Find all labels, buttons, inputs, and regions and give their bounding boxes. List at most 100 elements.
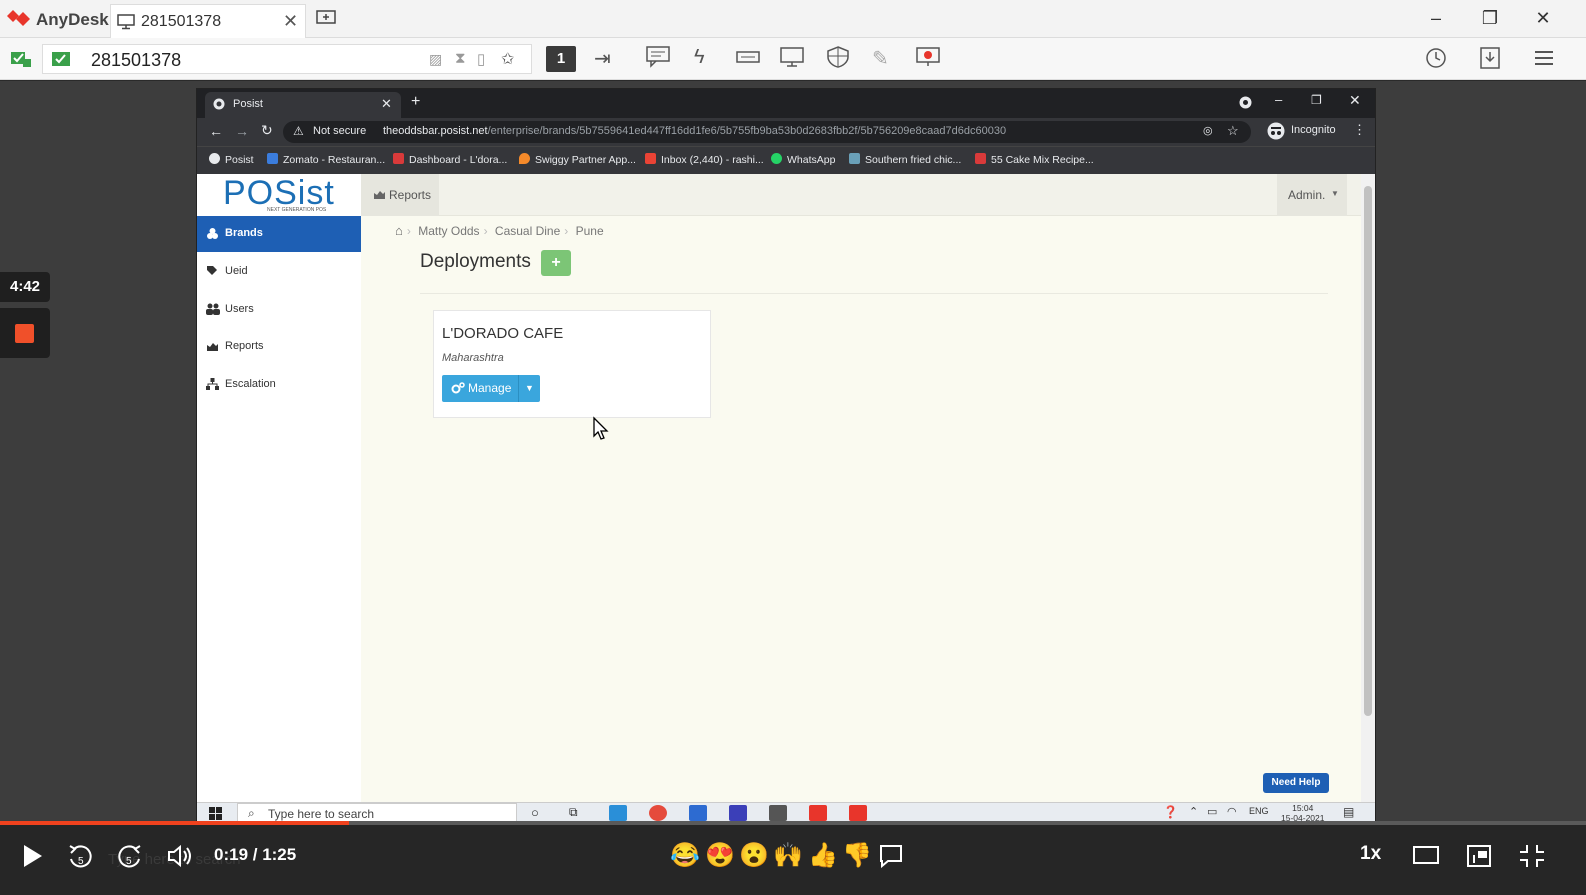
taskbar-clock[interactable]: 15:04 15-04-2021 bbox=[1281, 803, 1324, 823]
wifi-icon[interactable]: ◠ bbox=[1227, 805, 1237, 818]
page-scrollbar[interactable] bbox=[1361, 174, 1375, 802]
reaction-raised-hands[interactable]: 🙌 bbox=[773, 841, 803, 870]
manage-button[interactable]: Manage ▼ bbox=[442, 375, 540, 402]
bookmark-gmail[interactable]: Inbox (2,440) - rashi... bbox=[645, 153, 764, 166]
task-view-icon[interactable]: ⧉ bbox=[569, 805, 578, 820]
hourglass-icon[interactable]: ⧗ bbox=[455, 50, 466, 67]
top-nav-reports[interactable]: Reports bbox=[361, 174, 439, 216]
forward-5-icon[interactable]: 5 bbox=[114, 843, 144, 871]
tray-expand-icon[interactable]: ⌃ bbox=[1189, 805, 1198, 818]
new-tab-plus-icon[interactable]: + bbox=[411, 93, 420, 111]
notifications-icon[interactable]: ▤ bbox=[1343, 805, 1354, 819]
need-help-button[interactable]: Need Help bbox=[1263, 773, 1329, 793]
browser-tab[interactable]: Posist ✕ bbox=[205, 92, 401, 118]
scrollbar-thumb[interactable] bbox=[1364, 186, 1372, 716]
close-icon[interactable]: ✕ bbox=[283, 11, 298, 32]
browser-restore-icon[interactable]: ❐ bbox=[1311, 93, 1322, 107]
language-indicator[interactable]: ENG bbox=[1249, 806, 1269, 816]
media-control-icon[interactable] bbox=[1239, 96, 1252, 109]
browser-close-icon[interactable]: ✕ bbox=[1349, 92, 1361, 109]
comment-icon[interactable] bbox=[878, 843, 904, 869]
reaction-thumbs-up[interactable]: 👍 bbox=[808, 841, 838, 870]
windows-search-box[interactable]: ⌕ Type here to search bbox=[237, 803, 517, 823]
sidebar-item-users[interactable]: Users bbox=[197, 292, 361, 328]
permissions-shield-icon[interactable] bbox=[826, 46, 852, 72]
minimize-icon[interactable]: – bbox=[1424, 8, 1448, 29]
stop-recording-button[interactable] bbox=[0, 308, 50, 358]
anydesk-taskbar-icon[interactable] bbox=[849, 805, 867, 821]
playback-speed[interactable]: 1x bbox=[1360, 843, 1381, 865]
play-icon[interactable] bbox=[20, 843, 44, 869]
download-icon[interactable] bbox=[1478, 46, 1504, 72]
breadcrumb-item[interactable]: Casual Dine bbox=[495, 224, 560, 238]
bookmark-posist[interactable]: Posist bbox=[209, 153, 254, 166]
browser-minimize-icon[interactable]: – bbox=[1275, 92, 1282, 107]
back-arrow-icon[interactable]: ← bbox=[209, 123, 223, 139]
bookmark-dashboard[interactable]: Dashboard - L'dora... bbox=[393, 153, 507, 166]
kebab-menu-icon[interactable]: ⋮ bbox=[1353, 122, 1366, 138]
rewind-5-icon[interactable]: 5 bbox=[66, 843, 96, 871]
volume-icon[interactable] bbox=[166, 843, 194, 869]
reaction-surprised[interactable]: 😮 bbox=[739, 841, 769, 870]
incognito-label: Incognito bbox=[1291, 124, 1336, 136]
manage-dropdown-caret-icon[interactable]: ▼ bbox=[518, 375, 540, 402]
close-window-icon[interactable]: ✕ bbox=[1531, 8, 1555, 29]
sidebar-item-ueid[interactable]: Ueid bbox=[197, 254, 361, 290]
bookmark-star-icon[interactable]: ☆ bbox=[1227, 123, 1239, 139]
logo-area[interactable]: POSist NEXT GENERATION POS bbox=[197, 174, 361, 216]
sidebar-item-escalation[interactable]: Escalation bbox=[197, 367, 361, 403]
url-input[interactable]: ⚠ Not secure theoddsbar.posist.net/enter… bbox=[283, 121, 1251, 143]
restore-icon[interactable]: ❐ bbox=[1478, 8, 1502, 29]
breadcrumb-item[interactable]: Pune bbox=[576, 224, 604, 238]
taskbar-app-icon[interactable] bbox=[769, 805, 787, 821]
picture-in-picture-icon[interactable] bbox=[1466, 843, 1494, 869]
admin-dropdown[interactable]: Admin. ▼ bbox=[1277, 174, 1347, 216]
cortana-icon[interactable]: ○ bbox=[531, 805, 539, 820]
bookmark-swiggy[interactable]: Swiggy Partner App... bbox=[519, 153, 636, 166]
chat-icon[interactable] bbox=[646, 46, 672, 72]
forward-arrow-icon[interactable]: → bbox=[235, 123, 249, 139]
sidebar-item-brands[interactable]: Brands bbox=[197, 216, 361, 252]
file-transfer-icon[interactable]: ⇥ bbox=[594, 46, 620, 72]
reaction-thumbs-down[interactable]: 👎 bbox=[842, 841, 872, 870]
reload-icon[interactable]: ↻ bbox=[261, 122, 273, 139]
windows-start-icon[interactable] bbox=[209, 807, 222, 820]
battery-icon[interactable]: ▭ bbox=[1207, 805, 1217, 818]
add-deployment-button[interactable]: + bbox=[541, 250, 571, 276]
taskbar-app-icon[interactable] bbox=[609, 805, 627, 821]
keyboard-icon[interactable] bbox=[736, 46, 762, 72]
record-session-icon[interactable] bbox=[916, 46, 942, 72]
theater-mode-icon[interactable] bbox=[1412, 843, 1440, 867]
eye-slash-icon[interactable]: ◎ bbox=[1203, 124, 1213, 137]
reaction-laugh[interactable]: 😂 bbox=[670, 841, 700, 870]
bookmark-southern[interactable]: Southern fried chic... bbox=[849, 153, 961, 166]
favorite-star-icon[interactable]: ✩ bbox=[501, 49, 514, 69]
new-tab-icon[interactable] bbox=[316, 10, 336, 28]
taskbar-app-icon[interactable] bbox=[729, 805, 747, 821]
history-icon[interactable] bbox=[1424, 46, 1450, 72]
anydesk-address-bar[interactable]: 281501378 ▨ ⧗ ▯ ✩ bbox=[42, 44, 532, 74]
help-tray-icon[interactable]: ❓ bbox=[1163, 805, 1178, 819]
breadcrumb-item[interactable]: Matty Odds bbox=[418, 224, 479, 238]
taskbar-app-icon[interactable] bbox=[689, 805, 707, 821]
privacy-icon[interactable]: ▨ bbox=[429, 51, 442, 68]
sidebar-item-reports[interactable]: Reports bbox=[197, 329, 361, 365]
anydesk-session-tab[interactable]: 281501378 ✕ bbox=[110, 4, 306, 38]
chrome-taskbar-icon[interactable] bbox=[649, 805, 667, 821]
close-tab-icon[interactable]: ✕ bbox=[381, 96, 392, 112]
whiteboard-pen-icon[interactable]: ✎ bbox=[872, 46, 898, 72]
monitor-select-button[interactable]: 1 bbox=[546, 46, 576, 72]
bookmark-whatsapp[interactable]: WhatsApp bbox=[771, 153, 835, 166]
home-icon[interactable]: ⌂ bbox=[395, 223, 403, 238]
actions-lightning-icon[interactable]: ϟ bbox=[694, 46, 720, 72]
bookmark-zomato[interactable]: Zomato - Restauran... bbox=[267, 153, 385, 166]
reaction-heart-eyes[interactable]: 😍 bbox=[705, 841, 735, 870]
hamburger-menu-icon[interactable] bbox=[1532, 46, 1558, 72]
anydesk-taskbar-icon[interactable] bbox=[809, 805, 827, 821]
exit-fullscreen-icon[interactable] bbox=[1518, 843, 1546, 869]
database-icon[interactable]: ▯ bbox=[477, 50, 485, 68]
recipe-site-icon bbox=[849, 153, 860, 164]
bookmark-cake[interactable]: 55 Cake Mix Recipe... bbox=[975, 153, 1094, 166]
sidebar: POSist NEXT GENERATION POS Brands Ueid U… bbox=[197, 174, 361, 802]
display-icon[interactable] bbox=[780, 46, 806, 72]
